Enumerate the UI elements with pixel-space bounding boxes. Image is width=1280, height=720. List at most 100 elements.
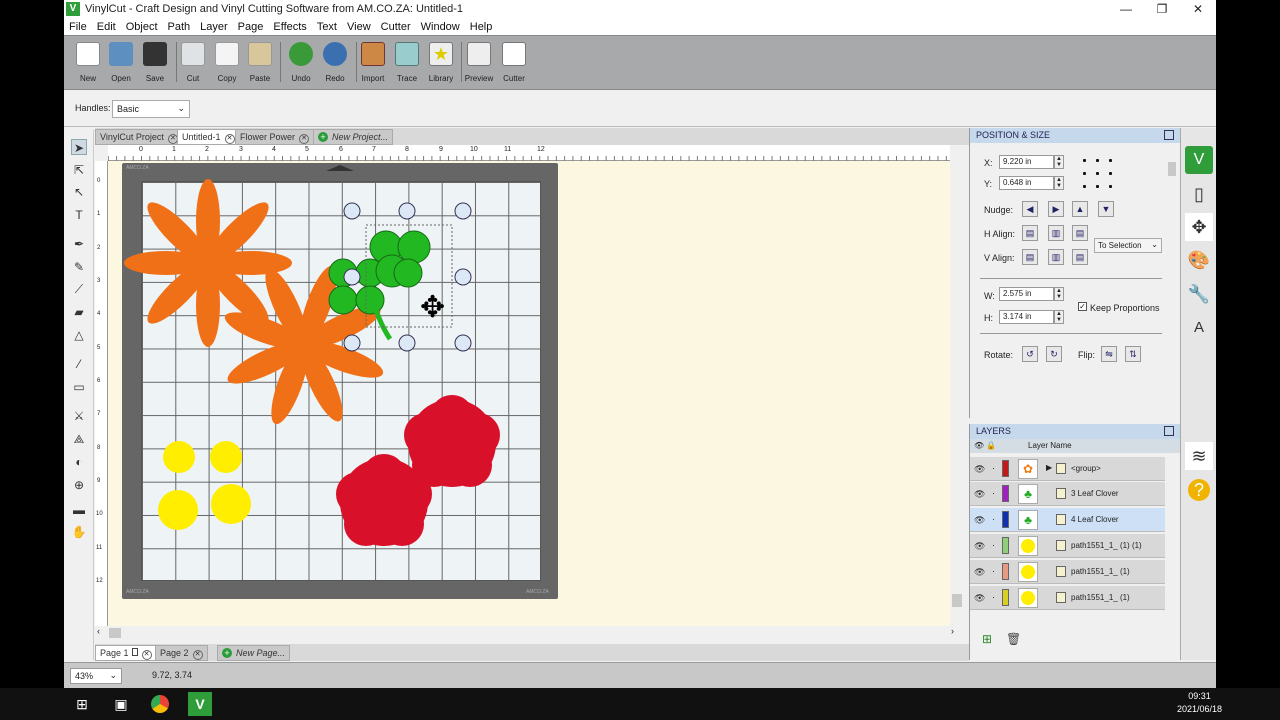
menu-text[interactable]: Text [312, 21, 342, 33]
measure-tool-icon[interactable]: ▬ [71, 502, 87, 518]
preview-button[interactable]: Preview [461, 42, 497, 86]
height-spinner[interactable]: ▲ ▼ [1054, 310, 1064, 324]
tab-new-page[interactable]: + New Page... [217, 645, 291, 661]
visibility-eye-icon[interactable]: 👁 [974, 489, 985, 500]
visibility-eye-icon[interactable]: 👁 [974, 541, 985, 552]
new-button[interactable]: New [70, 42, 106, 86]
yellow-dots-shape[interactable] [158, 441, 251, 530]
copy-button[interactable]: Copy [209, 42, 245, 86]
vertical-scrollbar[interactable] [950, 145, 964, 626]
layer-color-swatch[interactable] [1002, 537, 1009, 554]
paste-button[interactable]: Paste [242, 42, 278, 86]
layers-scrollbar[interactable] [1166, 458, 1178, 620]
expand-arrow-icon[interactable]: ▶ [1046, 463, 1052, 472]
layer-row[interactable]: 👁 · ♣ 4 Leaf Clover [970, 508, 1165, 532]
rectangle-tool-icon[interactable]: ▭ [71, 379, 87, 395]
visibility-eye-icon[interactable]: 👁 [974, 464, 985, 475]
layer-color-swatch[interactable] [1002, 511, 1009, 528]
visibility-eye-icon[interactable]: 👁 [974, 515, 985, 526]
minimize-button[interactable]: — [1108, 0, 1144, 18]
menu-help[interactable]: Help [465, 21, 498, 33]
visibility-eye-icon[interactable]: 👁 [974, 593, 985, 604]
add-layer-icon[interactable]: ⊞ [982, 632, 992, 646]
vinylcut-taskbar-icon[interactable]: V [188, 692, 212, 716]
menu-cutter[interactable]: Cutter [376, 21, 416, 33]
rotate-right-icon[interactable]: ↻ [1046, 346, 1062, 362]
align-middle-v-icon[interactable]: ▥ [1048, 249, 1064, 265]
settings-wrench-icon[interactable]: 🔧 [1185, 280, 1213, 308]
y-position-input[interactable]: 0.648 in [999, 176, 1054, 190]
menu-effects[interactable]: Effects [268, 21, 311, 33]
align-left-icon[interactable]: ▤ [1022, 225, 1038, 241]
node-select-tool-icon[interactable]: ⇱ [71, 162, 87, 178]
close-button[interactable]: ✕ [1180, 0, 1216, 18]
menu-window[interactable]: Window [416, 21, 465, 33]
delete-layer-trash-icon[interactable]: 🗑 [1006, 632, 1021, 646]
tab-untitled-1[interactable]: Untitled-1 ✕ [177, 129, 240, 145]
align-top-icon[interactable]: ▤ [1022, 249, 1038, 265]
vinylcut-panel-icon[interactable]: V [1185, 146, 1213, 174]
undo-button[interactable]: Undo [283, 42, 319, 86]
move-panel-icon[interactable]: ✥ [1185, 213, 1213, 241]
align-center-h-icon[interactable]: ▥ [1048, 225, 1064, 241]
close-tab-icon[interactable]: ✕ [141, 650, 152, 660]
reference-point-grid[interactable] [1078, 154, 1118, 194]
knife-tool-icon[interactable]: ⚔ [71, 408, 87, 424]
weld-tool-icon[interactable]: ◐ [71, 454, 87, 470]
eyedropper-tool-icon[interactable]: ⁄ [71, 356, 87, 372]
red-flower-shape[interactable] [404, 395, 500, 487]
layer-row[interactable]: 👁 · ♣ 3 Leaf Clover [970, 482, 1165, 506]
menu-layer[interactable]: Layer [195, 21, 233, 33]
zoom-select[interactable]: 43% ⌄ [70, 668, 122, 684]
menu-view[interactable]: View [342, 21, 376, 33]
hand-tool-icon[interactable]: ✋ [71, 524, 87, 540]
pencil-tool-icon[interactable]: ✎ [71, 259, 87, 275]
close-tab-icon[interactable]: ✕ [299, 134, 310, 144]
import-button[interactable]: Import [355, 42, 391, 86]
menu-object[interactable]: Object [121, 21, 163, 33]
scroll-left-icon[interactable]: ‹ [97, 626, 100, 636]
close-tab-icon[interactable]: ✕ [192, 650, 203, 660]
rotate-left-icon[interactable]: ↺ [1022, 346, 1038, 362]
menu-path[interactable]: Path [163, 21, 196, 33]
panel-toggle-icon[interactable] [1164, 426, 1174, 436]
width-spinner[interactable]: ▲ ▼ [1054, 287, 1064, 301]
layer-color-swatch[interactable] [1002, 460, 1009, 477]
x-position-input[interactable]: 9.220 in [999, 155, 1054, 169]
pointer-tool-icon[interactable]: ↖ [71, 184, 87, 200]
select-tool-icon[interactable]: ➤ [71, 139, 87, 155]
tab-page-1[interactable]: Page 1 ✕ [95, 645, 157, 661]
maximize-button[interactable]: ❐ [1144, 0, 1180, 18]
text-tool-icon[interactable]: T [71, 207, 87, 223]
redo-button[interactable]: Redo [317, 42, 353, 86]
brush-tool-icon[interactable]: ⟋ [71, 281, 87, 297]
panel-toggle-icon[interactable] [1164, 130, 1174, 140]
align-to-select[interactable]: To Selection ⌄ [1094, 238, 1162, 253]
cutter-button[interactable]: Cutter [496, 42, 532, 86]
open-button[interactable]: Open [103, 42, 139, 86]
cut-button[interactable]: Cut [175, 42, 211, 86]
handles-select[interactable]: Basic ⌄ [112, 100, 190, 118]
nudge-right-icon[interactable]: ▶ [1048, 201, 1064, 217]
nudge-left-icon[interactable]: ◀ [1022, 201, 1038, 217]
close-tab-icon[interactable]: ✕ [224, 134, 235, 144]
height-input[interactable]: 3.174 in [999, 310, 1054, 324]
tab-new-project[interactable]: + New Project... [313, 129, 394, 145]
pen-tool-icon[interactable]: ✒ [71, 236, 87, 252]
design-canvas[interactable]: AMCO.ZA AMCO.ZA AMCO.ZA ✥ [108, 161, 950, 626]
flip-vertical-icon[interactable]: ⇅ [1125, 346, 1141, 362]
keep-proportions-checkbox[interactable]: ✓ [1078, 302, 1087, 311]
scroll-right-icon[interactable]: › [951, 626, 954, 636]
flip-horizontal-icon[interactable]: ⇋ [1101, 346, 1117, 362]
visibility-eye-icon[interactable]: 👁 [974, 567, 985, 578]
help-icon[interactable]: ? [1185, 476, 1213, 504]
nudge-up-icon[interactable]: ▲ [1072, 201, 1088, 217]
library-button[interactable]: ★ Library [423, 42, 459, 86]
layer-color-swatch[interactable] [1002, 563, 1009, 580]
align-bottom-icon[interactable]: ▤ [1072, 249, 1088, 265]
text-style-icon[interactable]: A [1185, 314, 1213, 342]
chrome-icon[interactable] [148, 692, 172, 716]
system-clock[interactable]: 09:31 2021/06/18 [1177, 690, 1222, 716]
shape-tool-icon[interactable]: △ [71, 327, 87, 343]
layer-row[interactable]: 👁 · path1551_1_ (1) (1) [970, 534, 1165, 558]
